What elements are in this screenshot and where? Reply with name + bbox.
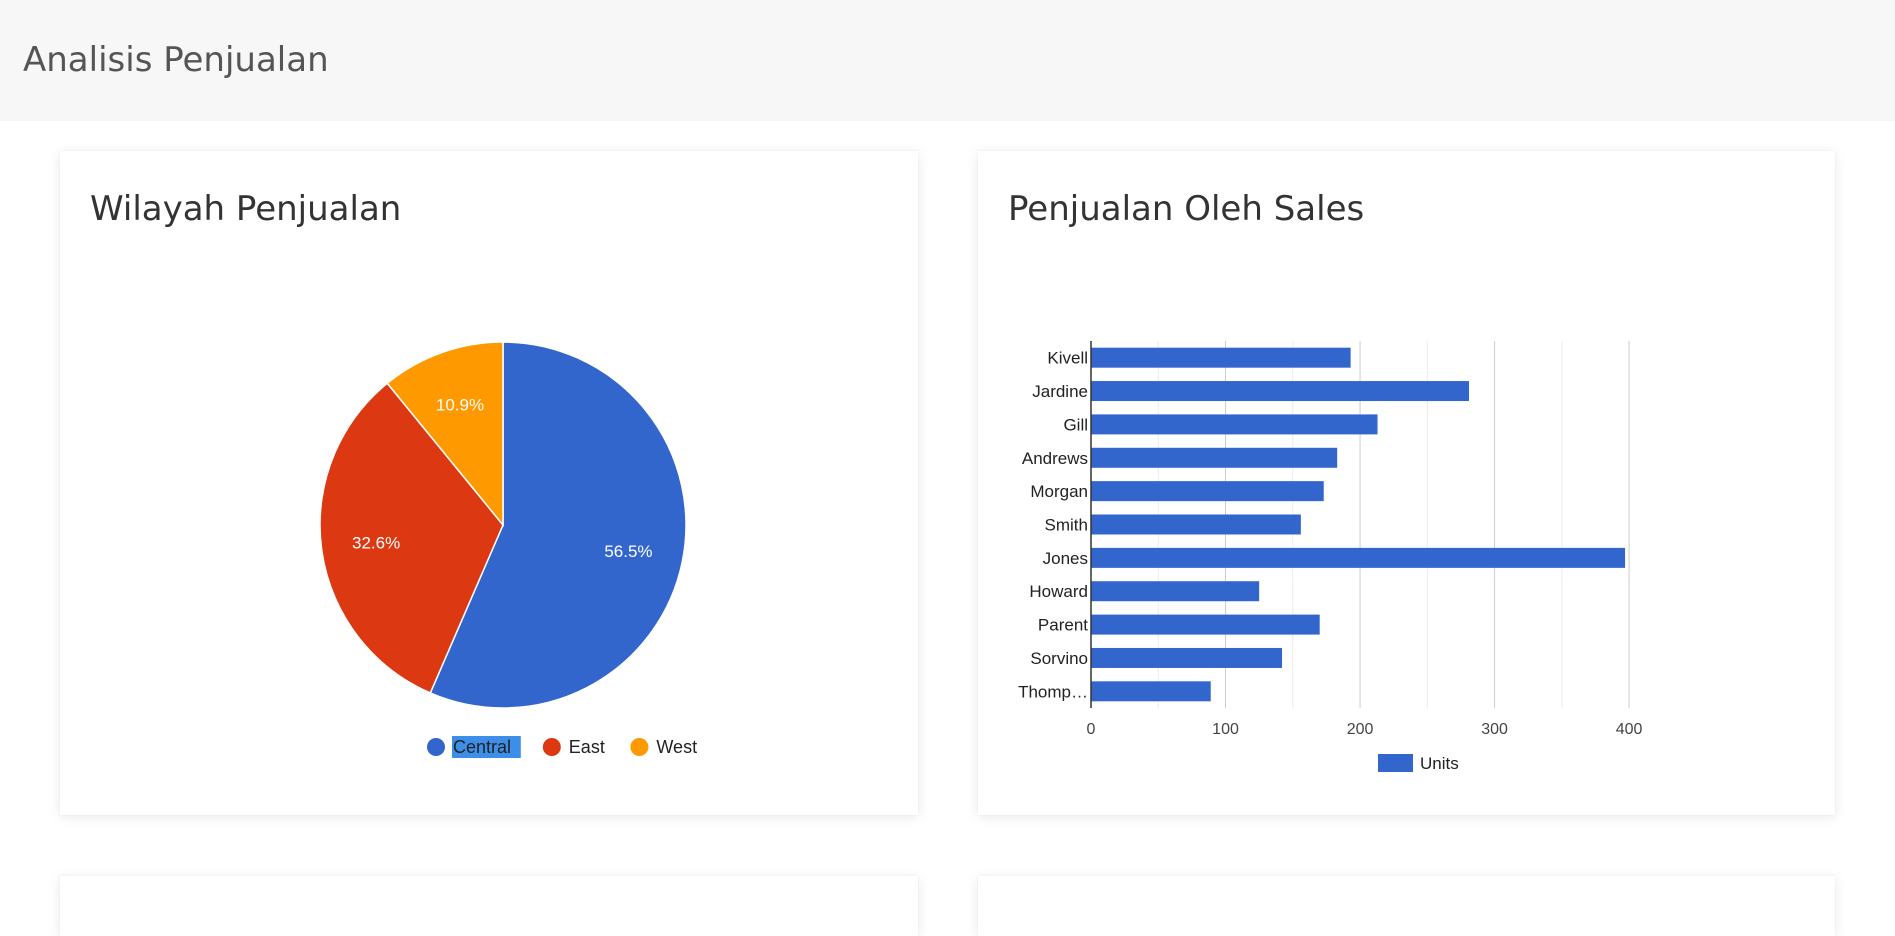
pie-label-central: 56.5% (604, 542, 652, 561)
legend-label: West (656, 737, 697, 757)
x-tick-label: 400 (1616, 721, 1643, 738)
category-label: Thomp… (1018, 682, 1088, 701)
region-chart-card: Wilayah Penjualan 56.5% 32.6% 10.9% Central… (60, 151, 918, 815)
bar-andrews[interactable] (1091, 447, 1338, 468)
category-label: Parent (1038, 616, 1088, 635)
chart-card-3 (60, 876, 918, 936)
legend-label: Central (453, 737, 511, 757)
category-label: Howard (1029, 582, 1088, 601)
legend-label: East (569, 737, 605, 757)
category-label: Morgan (1030, 482, 1088, 501)
bar-smith[interactable] (1091, 514, 1301, 535)
legend-label: Units (1420, 754, 1459, 773)
category-label: Gill (1063, 415, 1088, 434)
x-tick-label: 300 (1481, 721, 1508, 738)
bar-parent[interactable] (1091, 614, 1320, 635)
legend-swatch (427, 738, 445, 756)
category-label: Jones (1043, 549, 1088, 568)
bar-howard[interactable] (1091, 581, 1260, 602)
chart-card-4 (978, 876, 1835, 936)
page-title: Analisis Penjualan (23, 40, 329, 80)
sales-chart-card: Penjualan Oleh Sales Kivell Jardine Gill An… (978, 151, 1835, 815)
category-label: Sorvino (1030, 649, 1088, 668)
bar-jardine[interactable] (1091, 381, 1470, 402)
x-tick-label: 100 (1212, 721, 1239, 738)
bar-kivell[interactable] (1091, 347, 1351, 368)
legend-item-units[interactable]: Units (1378, 754, 1459, 773)
legend-swatch (1378, 754, 1413, 772)
category-label: Kivell (1047, 349, 1088, 368)
legend-swatch (542, 738, 561, 756)
x-tick-label: 200 (1347, 721, 1374, 738)
bar-thomp[interactable] (1091, 681, 1211, 702)
category-label: Jardine (1032, 382, 1088, 401)
top-header: Analisis Penjualan (0, 0, 1895, 121)
pie-label-east: 32.6% (352, 534, 400, 553)
bar-jones[interactable] (1091, 547, 1626, 568)
bar-sorvino[interactable] (1091, 647, 1283, 668)
sales-bar-chart: Kivell Jardine Gill Andrews Morgan Smith Jones… (1018, 341, 1643, 773)
category-label: Smith (1045, 516, 1088, 535)
legend-item-central[interactable]: Central (427, 736, 521, 758)
bar-morgan[interactable] (1091, 481, 1324, 502)
x-tick-label: 0 (1087, 721, 1096, 738)
region-pie-chart: 56.5% 32.6% 10.9% Central East West (319, 341, 697, 758)
category-label: Andrews (1022, 449, 1088, 468)
pie-label-west: 10.9% (436, 395, 484, 414)
bar-gill[interactable] (1091, 414, 1378, 435)
legend-item-west[interactable]: West (630, 737, 697, 757)
legend-swatch (630, 738, 649, 756)
legend-item-east[interactable]: East (542, 737, 605, 757)
